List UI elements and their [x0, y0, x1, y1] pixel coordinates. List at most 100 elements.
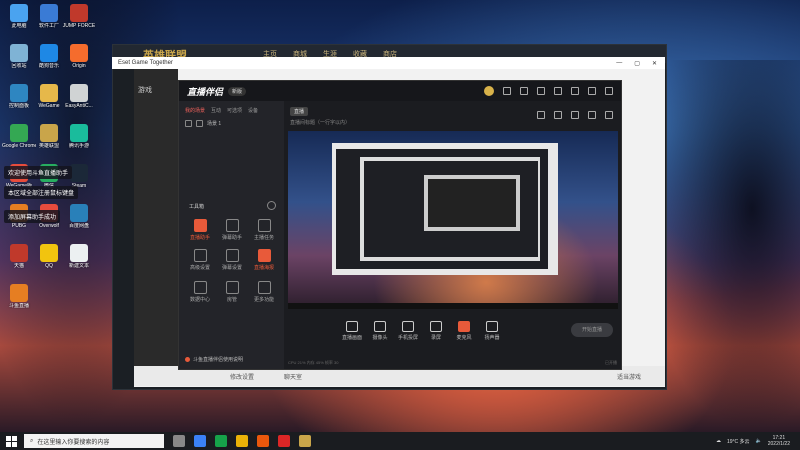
desktop-icon[interactable]: 天猫 — [2, 244, 36, 269]
scene-item[interactable]: 场景 1 — [179, 114, 284, 133]
desktop-icon[interactable]: 酷狗音乐 — [32, 44, 66, 69]
maximize-icon[interactable]: ▢ — [634, 60, 640, 67]
control-button[interactable]: 录屏 — [424, 321, 448, 341]
notice[interactable]: 斗鱼直播伴侣使用说明 — [185, 356, 243, 363]
notification-toast[interactable]: 添加屏幕助手成功 — [4, 210, 61, 223]
taskbar-app-icon[interactable] — [173, 435, 185, 447]
gift-icon[interactable] — [554, 111, 562, 119]
etg-left-panel: 游戏 — [134, 69, 178, 369]
tool-button[interactable]: 弹幕助手 — [217, 219, 247, 241]
main-header: 直播 — [290, 107, 309, 116]
search-box[interactable]: ⌕ 在这里输入你要搜索的内容 — [24, 434, 164, 448]
minimize-icon[interactable] — [571, 87, 579, 95]
app-icon — [10, 244, 28, 262]
close-icon[interactable] — [605, 87, 613, 95]
live-tag[interactable]: 直播 — [290, 107, 309, 116]
notification-toast[interactable]: 欢迎使用斗鱼直播助手 — [4, 166, 73, 179]
desktop-icon-label: 新建文本 — [68, 263, 89, 269]
app-icon — [70, 84, 88, 102]
tool-button[interactable]: 高级设置 — [185, 249, 215, 271]
tool-icon — [193, 281, 207, 294]
close-icon[interactable]: ✕ — [652, 60, 657, 67]
app-main: 直播 直播间标题（一行字以内） 直播画面 摄像头 手机投屏 录屏 麦克风 扬声器 开始直播… — [284, 101, 621, 369]
tool-button[interactable]: 直播助手 — [185, 219, 215, 241]
eye-icon[interactable] — [185, 120, 192, 127]
clock-date: 2022/1/22 — [767, 441, 790, 447]
desktop-icon[interactable]: 英雄联盟 — [32, 124, 66, 149]
etg-bottom-right[interactable]: 适当游戏 — [617, 372, 665, 381]
tab-interact[interactable]: 互动 — [211, 107, 221, 114]
status-right: 已开播 — [605, 360, 617, 365]
version-badge[interactable]: 新版 — [228, 86, 247, 96]
lock-icon[interactable] — [537, 111, 545, 119]
message-icon[interactable] — [520, 87, 528, 95]
add-tool-icon[interactable] — [267, 201, 276, 210]
desktop-icon[interactable]: 软件工厂 — [32, 4, 66, 29]
tool-button[interactable]: 弹幕设置 — [217, 249, 247, 271]
control-button[interactable]: 扬声器 — [480, 321, 504, 341]
tool-button[interactable]: 房管 — [217, 281, 247, 303]
menu-icon[interactable] — [554, 87, 562, 95]
control-button[interactable]: 麦克风 — [452, 321, 476, 341]
tool-button[interactable]: 数据中心 — [185, 281, 215, 303]
notification-toast[interactable]: 本区域全部注册鼠标键盘 — [4, 186, 79, 199]
etg-bottom-chat[interactable]: 聊天室 — [284, 372, 302, 381]
desktop-icon[interactable]: 此电脑 — [2, 4, 36, 29]
taskbar-app-icon[interactable] — [257, 435, 269, 447]
control-button[interactable]: 摄像头 — [368, 321, 392, 341]
control-label: 录屏 — [430, 335, 441, 341]
tool-button[interactable]: 更多功能 — [249, 281, 279, 303]
desktop-icon[interactable]: WeGame — [32, 84, 66, 109]
desktop-icon[interactable]: 控制面板 — [2, 84, 36, 109]
etg-titlebar[interactable]: Eset Game Together — ▢ ✕ — [112, 57, 665, 69]
tab-devices[interactable]: 设备 — [248, 107, 258, 114]
clock[interactable]: 17:21 2022/1/22 — [768, 435, 790, 447]
desktop-icon[interactable]: 回收站 — [2, 44, 36, 69]
control-button[interactable]: 直播画面 — [340, 321, 364, 341]
tab-scenes[interactable]: 我的场景 — [185, 107, 205, 114]
app-icon — [70, 44, 88, 62]
desktop-icon-label: 酷狗音乐 — [38, 63, 59, 69]
etg-bottom-settings[interactable]: 修改设置 — [230, 372, 254, 381]
taskbar-app-icon[interactable] — [299, 435, 311, 447]
taskbar-app-icon[interactable] — [278, 435, 290, 447]
desktop-icon[interactable]: QQ — [32, 244, 66, 269]
live-preview[interactable] — [288, 131, 618, 309]
tab-options[interactable]: 可选项 — [227, 107, 242, 114]
tool-label: 直播助手 — [189, 235, 210, 241]
streaming-app-window[interactable]: 直播伴侣 新版 我的场景 互动 可选项 设备 场景 1 工具箱 直播助手 弹幕助手… — [178, 80, 622, 370]
tool-button[interactable]: 直播海报 — [249, 249, 279, 271]
settings-icon[interactable] — [537, 87, 545, 95]
desktop-icon[interactable]: 腾讯手游 — [62, 124, 96, 149]
tool-label: 数据中心 — [189, 297, 210, 303]
weather-text[interactable]: 19°C 多云 — [727, 438, 750, 445]
share-icon[interactable] — [605, 111, 613, 119]
start-button[interactable] — [4, 434, 18, 448]
volume-icon[interactable]: 🔈 — [756, 438, 762, 444]
chart-icon[interactable] — [571, 111, 579, 119]
tool-button[interactable]: 主播任务 — [249, 219, 279, 241]
app-icon — [70, 164, 88, 182]
desktop-icon[interactable]: JUMP FORCE — [62, 4, 96, 29]
room-title[interactable]: 直播间标题（一行字以内） — [290, 119, 350, 126]
desktop-icon[interactable]: 斗鱼直播 — [2, 284, 36, 309]
desktop-icon[interactable]: Google Chrome — [2, 124, 36, 149]
minimize-icon[interactable]: — — [616, 60, 622, 67]
start-live-button[interactable]: 开始直播 — [571, 323, 613, 337]
desktop-icon[interactable]: 新建文本 — [62, 244, 96, 269]
maximize-icon[interactable] — [588, 87, 596, 95]
taskbar-app-icon[interactable] — [236, 435, 248, 447]
taskbar-app-icon[interactable] — [194, 435, 206, 447]
taskbar-app-icon[interactable] — [215, 435, 227, 447]
avatar[interactable] — [484, 86, 494, 96]
skin-icon[interactable] — [503, 87, 511, 95]
bell-icon[interactable] — [588, 111, 596, 119]
weather-icon[interactable]: ☁ — [716, 438, 721, 444]
tool-icon — [193, 219, 207, 232]
desktop-icon[interactable]: EasyAntiC... — [62, 84, 96, 109]
desktop-icon-label: 英雄联盟 — [38, 143, 59, 149]
desktop-icon[interactable]: Origin — [62, 44, 96, 69]
desktop-icon[interactable]: 百度网盘 — [62, 204, 96, 229]
control-button[interactable]: 手机投屏 — [396, 321, 420, 341]
lock-icon[interactable] — [196, 120, 203, 127]
